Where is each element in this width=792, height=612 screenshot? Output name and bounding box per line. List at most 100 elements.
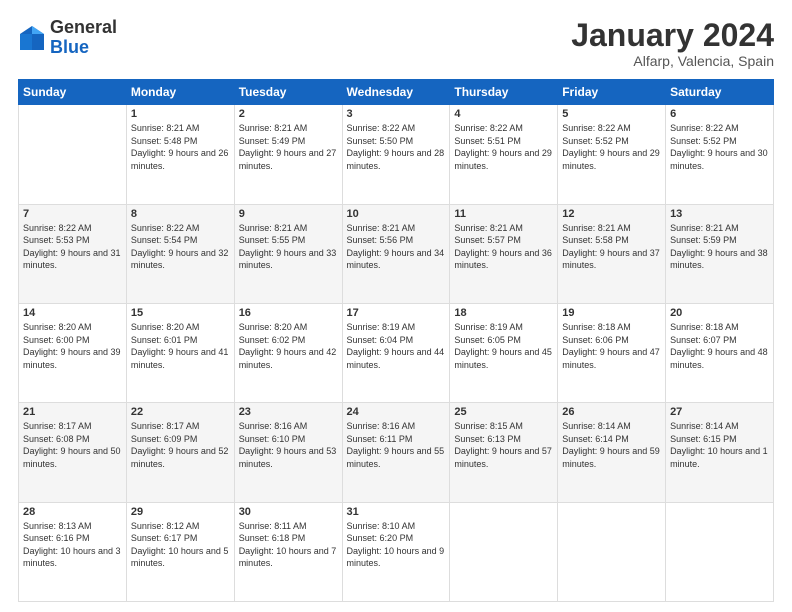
sunrise: Sunrise: 8:16 AM xyxy=(347,421,416,431)
day-number: 17 xyxy=(347,307,446,319)
sunset: Sunset: 6:08 PM xyxy=(23,434,90,444)
sunrise: Sunrise: 8:20 AM xyxy=(131,322,200,332)
sunset: Sunset: 6:17 PM xyxy=(131,533,198,543)
day-info: Sunrise: 8:14 AM Sunset: 6:15 PM Dayligh… xyxy=(670,420,769,470)
sunset: Sunset: 5:52 PM xyxy=(670,136,737,146)
day-cell: 25 Sunrise: 8:15 AM Sunset: 6:13 PM Dayl… xyxy=(450,403,558,502)
sunrise: Sunrise: 8:22 AM xyxy=(562,123,631,133)
sunrise: Sunrise: 8:21 AM xyxy=(670,223,739,233)
day-number: 20 xyxy=(670,307,769,319)
day-cell: 28 Sunrise: 8:13 AM Sunset: 6:16 PM Dayl… xyxy=(19,502,127,601)
calendar-table: SundayMondayTuesdayWednesdayThursdayFrid… xyxy=(18,79,774,602)
sunset: Sunset: 6:11 PM xyxy=(347,434,413,444)
sunrise: Sunrise: 8:22 AM xyxy=(454,123,523,133)
day-info: Sunrise: 8:17 AM Sunset: 6:08 PM Dayligh… xyxy=(23,420,122,470)
day-info: Sunrise: 8:15 AM Sunset: 6:13 PM Dayligh… xyxy=(454,420,553,470)
logo-blue: Blue xyxy=(50,38,117,58)
day-cell: 2 Sunrise: 8:21 AM Sunset: 5:49 PM Dayli… xyxy=(234,105,342,204)
daylight: Daylight: 10 hours and 9 minutes. xyxy=(347,546,445,569)
logo: General Blue xyxy=(18,18,117,58)
day-info: Sunrise: 8:20 AM Sunset: 6:01 PM Dayligh… xyxy=(131,321,230,371)
daylight: Daylight: 9 hours and 39 minutes. xyxy=(23,347,121,370)
daylight: Daylight: 9 hours and 29 minutes. xyxy=(454,148,552,171)
day-cell: 22 Sunrise: 8:17 AM Sunset: 6:09 PM Dayl… xyxy=(126,403,234,502)
sunset: Sunset: 5:53 PM xyxy=(23,235,90,245)
day-cell: 16 Sunrise: 8:20 AM Sunset: 6:02 PM Dayl… xyxy=(234,303,342,402)
day-cell: 23 Sunrise: 8:16 AM Sunset: 6:10 PM Dayl… xyxy=(234,403,342,502)
sunrise: Sunrise: 8:20 AM xyxy=(23,322,92,332)
day-number: 10 xyxy=(347,208,446,220)
daylight: Daylight: 9 hours and 50 minutes. xyxy=(23,446,121,469)
logo-text: General Blue xyxy=(50,18,117,58)
sunrise: Sunrise: 8:17 AM xyxy=(23,421,92,431)
daylight: Daylight: 9 hours and 48 minutes. xyxy=(670,347,768,370)
sunrise: Sunrise: 8:22 AM xyxy=(347,123,416,133)
day-info: Sunrise: 8:16 AM Sunset: 6:11 PM Dayligh… xyxy=(347,420,446,470)
sunrise: Sunrise: 8:21 AM xyxy=(562,223,631,233)
sunset: Sunset: 6:00 PM xyxy=(23,335,90,345)
logo-general: General xyxy=(50,18,117,38)
sunrise: Sunrise: 8:21 AM xyxy=(131,123,200,133)
sunrise: Sunrise: 8:10 AM xyxy=(347,521,416,531)
col-header-monday: Monday xyxy=(126,80,234,105)
day-number: 22 xyxy=(131,406,230,418)
week-row-4: 21 Sunrise: 8:17 AM Sunset: 6:08 PM Dayl… xyxy=(19,403,774,502)
main-title: January 2024 xyxy=(571,18,774,53)
daylight: Daylight: 9 hours and 55 minutes. xyxy=(347,446,445,469)
day-number: 25 xyxy=(454,406,553,418)
col-header-thursday: Thursday xyxy=(450,80,558,105)
day-cell: 30 Sunrise: 8:11 AM Sunset: 6:18 PM Dayl… xyxy=(234,502,342,601)
day-cell xyxy=(666,502,774,601)
sunset: Sunset: 5:57 PM xyxy=(454,235,521,245)
sunrise: Sunrise: 8:17 AM xyxy=(131,421,200,431)
day-number: 12 xyxy=(562,208,661,220)
sunset: Sunset: 6:05 PM xyxy=(454,335,521,345)
day-number: 5 xyxy=(562,108,661,120)
day-cell: 27 Sunrise: 8:14 AM Sunset: 6:15 PM Dayl… xyxy=(666,403,774,502)
sunrise: Sunrise: 8:14 AM xyxy=(670,421,739,431)
daylight: Daylight: 9 hours and 33 minutes. xyxy=(239,248,337,271)
sunrise: Sunrise: 8:19 AM xyxy=(347,322,416,332)
daylight: Daylight: 10 hours and 5 minutes. xyxy=(131,546,229,569)
day-number: 6 xyxy=(670,108,769,120)
daylight: Daylight: 9 hours and 59 minutes. xyxy=(562,446,660,469)
daylight: Daylight: 9 hours and 47 minutes. xyxy=(562,347,660,370)
day-info: Sunrise: 8:20 AM Sunset: 6:00 PM Dayligh… xyxy=(23,321,122,371)
day-number: 8 xyxy=(131,208,230,220)
day-info: Sunrise: 8:22 AM Sunset: 5:51 PM Dayligh… xyxy=(454,122,553,172)
day-cell: 29 Sunrise: 8:12 AM Sunset: 6:17 PM Dayl… xyxy=(126,502,234,601)
day-number: 14 xyxy=(23,307,122,319)
col-header-friday: Friday xyxy=(558,80,666,105)
day-cell xyxy=(558,502,666,601)
day-number: 3 xyxy=(347,108,446,120)
day-number: 11 xyxy=(454,208,553,220)
day-info: Sunrise: 8:22 AM Sunset: 5:50 PM Dayligh… xyxy=(347,122,446,172)
day-info: Sunrise: 8:13 AM Sunset: 6:16 PM Dayligh… xyxy=(23,520,122,570)
day-number: 29 xyxy=(131,506,230,518)
day-number: 28 xyxy=(23,506,122,518)
week-row-2: 7 Sunrise: 8:22 AM Sunset: 5:53 PM Dayli… xyxy=(19,204,774,303)
day-number: 16 xyxy=(239,307,338,319)
sunset: Sunset: 5:49 PM xyxy=(239,136,306,146)
day-cell: 31 Sunrise: 8:10 AM Sunset: 6:20 PM Dayl… xyxy=(342,502,450,601)
day-info: Sunrise: 8:16 AM Sunset: 6:10 PM Dayligh… xyxy=(239,420,338,470)
day-info: Sunrise: 8:21 AM Sunset: 5:49 PM Dayligh… xyxy=(239,122,338,172)
day-cell: 21 Sunrise: 8:17 AM Sunset: 6:08 PM Dayl… xyxy=(19,403,127,502)
sunset: Sunset: 6:06 PM xyxy=(562,335,629,345)
day-info: Sunrise: 8:14 AM Sunset: 6:14 PM Dayligh… xyxy=(562,420,661,470)
sunset: Sunset: 6:10 PM xyxy=(239,434,306,444)
sunrise: Sunrise: 8:19 AM xyxy=(454,322,523,332)
col-header-wednesday: Wednesday xyxy=(342,80,450,105)
day-cell: 24 Sunrise: 8:16 AM Sunset: 6:11 PM Dayl… xyxy=(342,403,450,502)
daylight: Daylight: 10 hours and 3 minutes. xyxy=(23,546,121,569)
day-info: Sunrise: 8:21 AM Sunset: 5:48 PM Dayligh… xyxy=(131,122,230,172)
daylight: Daylight: 9 hours and 37 minutes. xyxy=(562,248,660,271)
day-info: Sunrise: 8:22 AM Sunset: 5:52 PM Dayligh… xyxy=(562,122,661,172)
day-cell: 6 Sunrise: 8:22 AM Sunset: 5:52 PM Dayli… xyxy=(666,105,774,204)
day-info: Sunrise: 8:21 AM Sunset: 5:57 PM Dayligh… xyxy=(454,222,553,272)
sunset: Sunset: 6:20 PM xyxy=(347,533,414,543)
day-number: 4 xyxy=(454,108,553,120)
day-info: Sunrise: 8:22 AM Sunset: 5:52 PM Dayligh… xyxy=(670,122,769,172)
day-info: Sunrise: 8:12 AM Sunset: 6:17 PM Dayligh… xyxy=(131,520,230,570)
col-header-tuesday: Tuesday xyxy=(234,80,342,105)
